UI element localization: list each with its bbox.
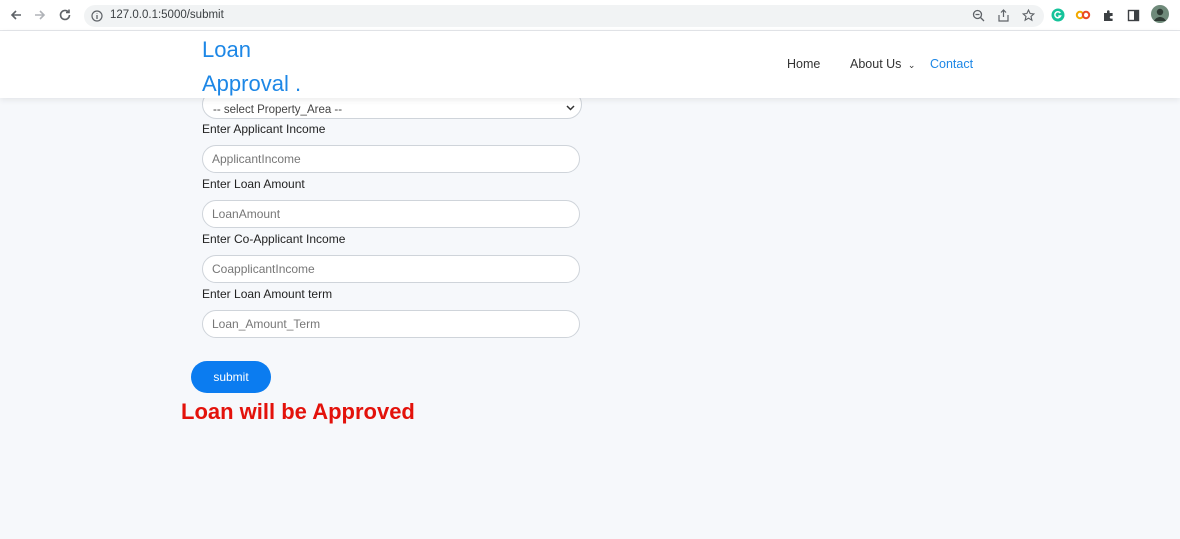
loan-amount-term-label: Enter Loan Amount term bbox=[202, 287, 333, 301]
side-panel-icon[interactable] bbox=[1125, 7, 1141, 23]
coapplicant-income-input[interactable] bbox=[202, 255, 580, 283]
address-bar[interactable]: 127.0.0.1:5000/submit bbox=[84, 5, 1044, 27]
prediction-result: Loan will be Approved bbox=[181, 399, 415, 424]
profile-avatar[interactable] bbox=[1151, 5, 1169, 23]
forward-arrow-icon[interactable] bbox=[32, 7, 48, 23]
nav-link-contact[interactable]: Contact bbox=[930, 57, 973, 71]
nav-link-home[interactable]: Home bbox=[787, 57, 820, 71]
browser-toolbar: 127.0.0.1:5000/submit bbox=[0, 0, 1180, 31]
brand-logo[interactable]: Loan Approval . bbox=[202, 33, 301, 101]
reload-icon[interactable] bbox=[57, 7, 73, 23]
coapplicant-income-label: Enter Co-Applicant Income bbox=[202, 232, 346, 246]
address-url: 127.0.0.1:5000/submit bbox=[110, 9, 224, 21]
chevron-down-icon bbox=[566, 103, 575, 113]
extension-glasses-icon[interactable] bbox=[1075, 7, 1091, 23]
applicant-income-label: Enter Applicant Income bbox=[202, 122, 326, 136]
loan-amount-input[interactable] bbox=[202, 200, 580, 228]
loan-amount-label: Enter Loan Amount bbox=[202, 177, 305, 191]
back-arrow-icon[interactable] bbox=[8, 7, 24, 23]
bookmark-star-icon[interactable] bbox=[1020, 7, 1036, 23]
loan-amount-term-input[interactable] bbox=[202, 310, 580, 338]
property-area-select-value: -- select Property_Area -- bbox=[213, 104, 343, 116]
submit-button[interactable]: submit bbox=[191, 361, 271, 393]
zoom-icon[interactable] bbox=[970, 7, 986, 23]
grammarly-extension-icon[interactable] bbox=[1050, 7, 1066, 23]
nav-link-about-us-label: About Us bbox=[850, 57, 902, 71]
brand-line-2: Approval . bbox=[202, 71, 302, 96]
extensions-puzzle-icon[interactable] bbox=[1100, 7, 1116, 23]
brand-line-1: Loan bbox=[202, 37, 251, 62]
site-navbar: Loan Approval . Home About Us ⌄ Contact bbox=[0, 31, 1180, 98]
share-icon[interactable] bbox=[995, 7, 1011, 23]
nav-link-about-us[interactable]: About Us ⌄ bbox=[850, 57, 915, 71]
applicant-income-input[interactable] bbox=[202, 145, 580, 173]
chevron-down-icon: ⌄ bbox=[907, 60, 916, 70]
site-info-icon[interactable] bbox=[90, 9, 104, 23]
